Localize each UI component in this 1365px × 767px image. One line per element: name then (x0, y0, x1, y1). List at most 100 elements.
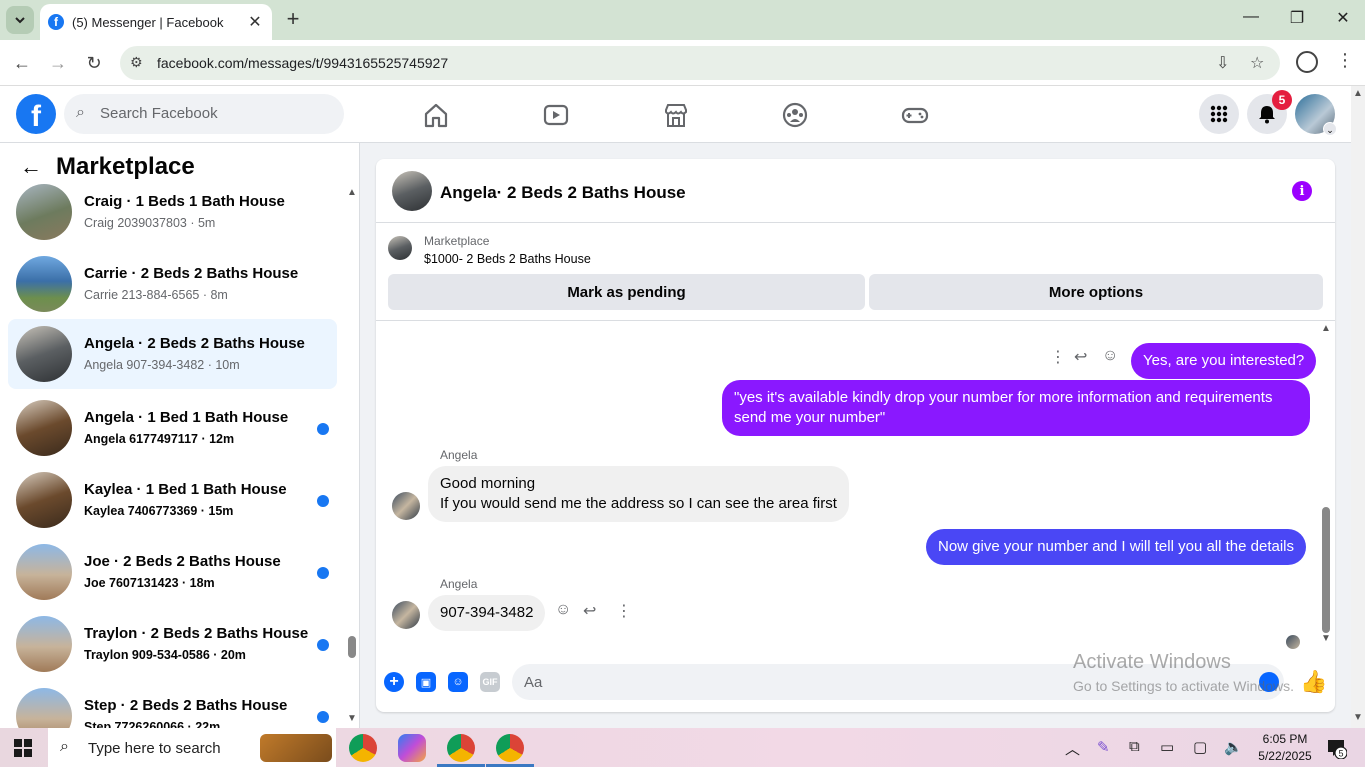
browser-menu-icon[interactable]: ⋮ (1336, 50, 1354, 71)
react-emoji-icon[interactable]: ☺ (1102, 347, 1118, 365)
minimize-button[interactable]: — (1236, 8, 1266, 26)
conversation-item[interactable]: Kaylea · 1 Bed 1 Bath House Kaylea 74067… (8, 467, 337, 533)
chat-scrollbar[interactable]: ▲ ▼ (1320, 323, 1332, 645)
reply-icon[interactable]: ↩ (1074, 347, 1087, 367)
listing-title[interactable]: $1000- 2 Beds 2 Baths House (424, 252, 591, 266)
conversation-item[interactable]: Step · 2 Beds 2 Baths House Step 7726260… (8, 683, 337, 728)
volume-icon[interactable]: 🔈 (1224, 738, 1243, 756)
chrome-app-icon[interactable] (486, 734, 534, 767)
tray-chevron-icon[interactable]: ︿ (1065, 738, 1080, 759)
scrollbar-thumb[interactable] (348, 636, 356, 658)
scroll-up-icon[interactable]: ▲ (1353, 88, 1363, 99)
scroll-down-icon[interactable]: ▼ (1321, 633, 1331, 644)
battery-icon[interactable]: ▭ (1160, 738, 1174, 756)
network-icon[interactable]: ▢ (1193, 738, 1207, 756)
chat-listing-thumbnail[interactable] (392, 171, 432, 211)
new-tab-button[interactable]: + (282, 8, 304, 30)
more-actions-icon[interactable]: ⋮ (616, 601, 632, 621)
conversation-name: Angela · 2 Beds 2 Baths House (84, 335, 305, 352)
clock-date: 5/22/2025 (1258, 749, 1312, 763)
marketplace-icon[interactable] (661, 100, 691, 130)
sticker-icon[interactable]: ☺ (448, 672, 468, 692)
facebook-search-input[interactable]: ⌕ Search Facebook (64, 94, 344, 134)
notification-center-icon[interactable]: 5 (1325, 737, 1348, 760)
message-bubble-incoming[interactable]: Good morning If you would send me the ad… (428, 466, 849, 522)
maximize-button[interactable]: ❐ (1282, 8, 1312, 28)
scroll-up-icon[interactable]: ▲ (347, 187, 357, 198)
message-bubble-incoming[interactable]: 907-394-3482 (428, 595, 546, 631)
conversation-preview: Angela 6177497117 · 12m (84, 432, 235, 446)
message-bubble-outgoing[interactable]: Yes, are you interested? (1131, 343, 1317, 379)
chrome-app-icon[interactable] (437, 734, 485, 767)
conversation-name: Traylon · 2 Beds 2 Baths House (84, 625, 309, 642)
reply-icon[interactable]: ↩ (583, 601, 596, 621)
listing-thumbnail[interactable] (388, 236, 412, 260)
conversation-item[interactable]: Traylon · 2 Beds 2 Baths House Traylon 9… (8, 611, 337, 677)
conversation-item[interactable]: Carrie · 2 Beds 2 Baths House Carrie 213… (8, 251, 337, 317)
info-icon[interactable]: i (1292, 181, 1312, 201)
more-options-button[interactable]: More options (869, 274, 1323, 310)
url-field[interactable]: ⚙ facebook.com/messages/t/99431655257459… (120, 46, 1280, 80)
browser-tab[interactable]: f (5) Messenger | Facebook ✕ (40, 4, 272, 40)
scroll-down-icon[interactable]: ▼ (1353, 712, 1363, 723)
bookmark-star-icon[interactable]: ☆ (1250, 53, 1264, 73)
message-bubble-outgoing[interactable]: "yes it's available kindly drop your num… (722, 380, 1310, 436)
sender-avatar[interactable] (392, 601, 420, 629)
marketplace-sidebar: ← Marketplace Craig · 1 Beds 1 Bath Hous… (0, 143, 360, 728)
chrome-app-icon[interactable] (349, 734, 377, 762)
message-bubble-outgoing[interactable]: Now give your number and I will tell you… (926, 529, 1307, 565)
taskbar-clock[interactable]: 6:05 PM 5/22/2025 (1250, 731, 1320, 765)
plus-icon[interactable]: + (384, 672, 404, 692)
tab-close-icon[interactable]: ✕ (246, 12, 264, 32)
conversation-name: Angela · 1 Bed 1 Bath House (84, 409, 289, 426)
window-close-button[interactable]: ✕ (1328, 8, 1358, 28)
groups-icon[interactable] (780, 100, 810, 130)
conversation-preview: Craig 2039037803 · 5m (84, 216, 216, 230)
menu-grid-button[interactable] (1199, 94, 1239, 134)
taskbar-search-input[interactable]: ⌕ Type here to search (48, 728, 336, 767)
conversation-item[interactable]: Craig · 1 Beds 1 Bath House Craig 203903… (8, 179, 337, 245)
conversation-item-active[interactable]: Angela · 2 Beds 2 Baths House Angela 907… (8, 319, 337, 389)
watch-icon[interactable] (541, 100, 571, 130)
pen-icon[interactable]: ✎ (1097, 738, 1110, 756)
reload-button[interactable]: ↻ (82, 51, 106, 75)
windows-start-icon[interactable] (14, 739, 32, 757)
facebook-header: f ⌕ Search Facebook 5 ⌄ (0, 86, 1365, 143)
home-icon[interactable] (421, 100, 451, 130)
install-app-icon[interactable]: ⇩ (1216, 53, 1229, 73)
conversation-item[interactable]: Joe · 2 Beds 2 Baths House Joe 760713142… (8, 539, 337, 605)
conversation-preview: Angela 907-394-3482 · 10m (84, 358, 240, 372)
gaming-icon[interactable] (900, 100, 930, 130)
back-arrow-icon[interactable]: ← (20, 154, 42, 180)
more-actions-icon[interactable]: ⋮ (1050, 347, 1066, 367)
emoji-icon[interactable] (1259, 672, 1279, 692)
tab-search-dropdown[interactable] (6, 6, 34, 34)
conversation-item[interactable]: Angela · 1 Bed 1 Bath House Angela 61774… (8, 395, 337, 461)
account-avatar[interactable]: ⌄ (1295, 94, 1337, 136)
browser-profile-icon[interactable] (1296, 51, 1318, 73)
forward-button[interactable]: → (46, 51, 70, 75)
scroll-up-icon[interactable]: ▲ (1321, 323, 1331, 334)
url-text: facebook.com/messages/t/9943165525745927 (157, 55, 449, 71)
conversation-preview: Step 7726260066 · 22m (84, 720, 221, 728)
sidebar-title: Marketplace (56, 153, 195, 180)
page-scrollbar[interactable]: ▲ ▼ (1351, 86, 1365, 728)
chat-title[interactable]: Angela· 2 Beds 2 Baths House (440, 183, 686, 203)
back-button[interactable]: ← (10, 51, 34, 75)
copilot-app-icon[interactable] (398, 734, 426, 762)
marketplace-label: Marketplace (424, 234, 490, 248)
scroll-down-icon[interactable]: ▼ (347, 713, 357, 724)
listing-thumbnail (16, 616, 72, 672)
sidebar-scrollbar[interactable]: ▲ ▼ (345, 187, 357, 724)
site-info-icon[interactable]: ⚙ (130, 54, 143, 71)
like-thumb-icon[interactable]: 👍 (1300, 669, 1327, 695)
sender-avatar[interactable] (392, 492, 420, 520)
react-emoji-icon[interactable]: ☺ (555, 601, 571, 619)
gif-icon[interactable]: GIF (480, 672, 500, 692)
message-input[interactable]: Aa (512, 664, 1284, 700)
meet-icon[interactable]: ⧉ (1129, 738, 1140, 755)
photo-icon[interactable]: ▣ (416, 672, 436, 692)
mark-as-pending-button[interactable]: Mark as pending (388, 274, 865, 310)
scrollbar-thumb[interactable] (1322, 507, 1330, 633)
facebook-logo[interactable]: f (16, 94, 56, 134)
